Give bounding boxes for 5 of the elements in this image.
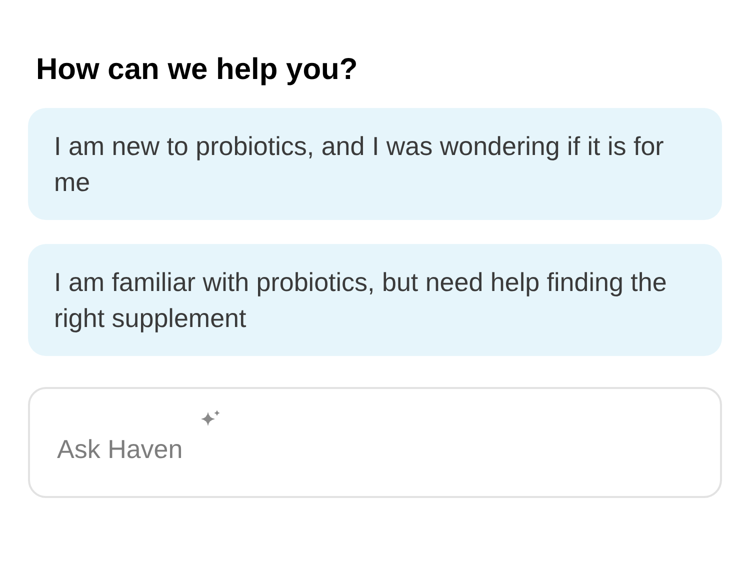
ask-field[interactable]: Ask Haven — [28, 387, 722, 498]
suggestion-card[interactable]: I am new to probiotics, and I was wondering if it is for me — [28, 108, 722, 220]
sparkle-icon — [200, 410, 222, 428]
suggestion-card[interactable]: I am familiar with probiotics, but need help finding the right supplement — [28, 244, 722, 356]
page-title: How can we help you? — [36, 52, 358, 88]
